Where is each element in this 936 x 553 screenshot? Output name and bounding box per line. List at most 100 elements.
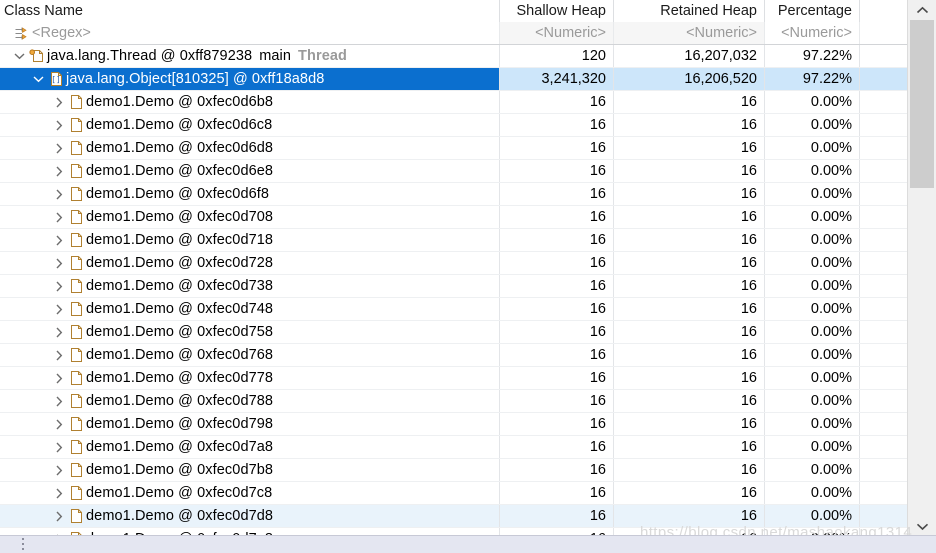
table-row[interactable]: demo1.Demo @ 0xfec0d788 16 16 0.00% xyxy=(0,390,908,413)
filter-percentage[interactable]: <Numeric> xyxy=(765,22,860,44)
chevron-right-icon[interactable] xyxy=(51,189,66,200)
cell-shallow-heap: 16 xyxy=(500,298,614,320)
table-row[interactable]: java.lang.Thread @ 0xff879238 main Thread 1… xyxy=(0,45,908,68)
cell-class-name[interactable]: demo1.Demo @ 0xfec0d6d8 xyxy=(0,137,500,159)
chevron-right-icon[interactable] xyxy=(51,419,66,430)
class-object-icon xyxy=(66,393,86,409)
row-label: java.lang.Thread @ 0xff879238 xyxy=(47,47,253,64)
cell-class-name[interactable]: demo1.Demo @ 0xfec0d768 xyxy=(0,344,500,366)
object-tree-table[interactable]: Class Name Shallow Heap Retained Heap Pe… xyxy=(0,0,908,536)
filter-class-name-cell[interactable]: <Regex> xyxy=(0,22,500,44)
cell-retained-heap: 16 xyxy=(614,505,765,527)
cell-class-name[interactable]: demo1.Demo @ 0xfec0d798 xyxy=(0,413,500,435)
scrollbar-thumb[interactable] xyxy=(910,20,934,188)
chevron-right-icon[interactable] xyxy=(51,235,66,246)
table-row[interactable]: demo1.Demo @ 0xfec0d6e8 16 16 0.00% xyxy=(0,160,908,183)
cell-class-name[interactable]: demo1.Demo @ 0xfec0d718 xyxy=(0,229,500,251)
cell-retained-heap: 16 xyxy=(614,275,765,297)
table-row[interactable]: demo1.Demo @ 0xfec0d7d8 16 16 0.00% xyxy=(0,505,908,528)
chevron-right-icon[interactable] xyxy=(51,442,66,453)
cell-class-name[interactable]: java.lang.Thread @ 0xff879238 main Thread xyxy=(0,45,500,67)
cell-class-name[interactable]: demo1.Demo @ 0xfec0d6b8 xyxy=(0,91,500,113)
table-row[interactable]: demo1.Demo @ 0xfec0d7b8 16 16 0.00% xyxy=(0,459,908,482)
table-row[interactable]: demo1.Demo @ 0xfec0d798 16 16 0.00% xyxy=(0,413,908,436)
table-row[interactable]: demo1.Demo @ 0xfec0d718 16 16 0.00% xyxy=(0,229,908,252)
table-row[interactable]: demo1.Demo @ 0xfec0d6b8 16 16 0.00% xyxy=(0,91,908,114)
chevron-right-icon[interactable] xyxy=(51,511,66,522)
column-header-empty[interactable] xyxy=(860,0,908,22)
chevron-right-icon[interactable] xyxy=(51,350,66,361)
cell-percentage: 0.00% xyxy=(765,160,860,182)
column-header-class-name[interactable]: Class Name xyxy=(0,0,500,22)
cell-class-name[interactable]: demo1.Demo @ 0xfec0d778 xyxy=(0,367,500,389)
table-row[interactable]: demo1.Demo @ 0xfec0d708 16 16 0.00% xyxy=(0,206,908,229)
cell-class-name[interactable]: demo1.Demo @ 0xfec0d7a8 xyxy=(0,436,500,458)
cell-shallow-heap: 16 xyxy=(500,505,614,527)
table-row[interactable]: demo1.Demo @ 0xfec0d748 16 16 0.00% xyxy=(0,298,908,321)
chevron-right-icon[interactable] xyxy=(51,327,66,338)
table-row[interactable]: demo1.Demo @ 0xfec0d768 16 16 0.00% xyxy=(0,344,908,367)
cell-class-name[interactable]: demo1.Demo @ 0xfec0d6c8 xyxy=(0,114,500,136)
cell-empty xyxy=(860,413,908,435)
chevron-right-icon[interactable] xyxy=(51,373,66,384)
cell-class-name[interactable]: demo1.Demo @ 0xfec0d788 xyxy=(0,390,500,412)
chevron-right-icon[interactable] xyxy=(51,281,66,292)
scroll-up-button[interactable] xyxy=(908,0,936,20)
table-row[interactable]: demo1.Demo @ 0xfec0d6f8 16 16 0.00% xyxy=(0,183,908,206)
table-row[interactable]: demo1.Demo @ 0xfec0d738 16 16 0.00% xyxy=(0,275,908,298)
vertical-scrollbar[interactable] xyxy=(907,0,936,536)
cell-class-name[interactable]: demo1.Demo @ 0xfec0d728 xyxy=(0,252,500,274)
filter-row[interactable]: <Regex> <Numeric> <Numeric> <Numeric> xyxy=(0,22,908,45)
table-row[interactable]: demo1.Demo @ 0xfec0d6c8 16 16 0.00% xyxy=(0,114,908,137)
cell-percentage: 0.00% xyxy=(765,505,860,527)
column-header-retained-heap[interactable]: Retained Heap xyxy=(614,0,765,22)
cell-class-name[interactable]: demo1.Demo @ 0xfec0d748 xyxy=(0,298,500,320)
cell-class-name[interactable]: demo1.Demo @ 0xfec0d7b8 xyxy=(0,459,500,481)
cell-class-name[interactable]: demo1.Demo @ 0xfec0d7c8 xyxy=(0,482,500,504)
filter-retained-heap[interactable]: <Numeric> xyxy=(614,22,765,44)
chevron-down-icon[interactable] xyxy=(12,52,27,60)
chevron-right-icon[interactable] xyxy=(51,97,66,108)
cell-shallow-heap: 16 xyxy=(500,183,614,205)
row-label: demo1.Demo @ 0xfec0d768 xyxy=(86,346,274,363)
table-row[interactable]: demo1.Demo @ 0xfec0d6d8 16 16 0.00% xyxy=(0,137,908,160)
cell-class-name[interactable]: demo1.Demo @ 0xfec0d7d8 xyxy=(0,505,500,527)
cell-class-name[interactable]: [] java.lang.Object[810325] @ 0xff18a8d8 xyxy=(0,68,500,90)
table-row[interactable]: demo1.Demo @ 0xfec0d7a8 16 16 0.00% xyxy=(0,436,908,459)
column-header-shallow-heap[interactable]: Shallow Heap xyxy=(500,0,614,22)
chevron-right-icon[interactable] xyxy=(51,143,66,154)
class-object-icon xyxy=(66,416,86,432)
cell-class-name[interactable]: demo1.Demo @ 0xfec0d758 xyxy=(0,321,500,343)
cell-shallow-heap: 16 xyxy=(500,275,614,297)
class-object-icon xyxy=(66,485,86,501)
cell-percentage: 0.00% xyxy=(765,413,860,435)
column-header-percentage[interactable]: Percentage xyxy=(765,0,860,22)
chevron-right-icon[interactable] xyxy=(51,304,66,315)
cell-empty xyxy=(860,436,908,458)
cell-empty xyxy=(860,137,908,159)
cell-class-name[interactable]: demo1.Demo @ 0xfec0d6e8 xyxy=(0,160,500,182)
chevron-right-icon[interactable] xyxy=(51,212,66,223)
table-row[interactable]: demo1.Demo @ 0xfec0d758 16 16 0.00% xyxy=(0,321,908,344)
row-label: demo1.Demo @ 0xfec0d728 xyxy=(86,254,274,271)
cell-class-name[interactable]: demo1.Demo @ 0xfec0d738 xyxy=(0,275,500,297)
chevron-right-icon[interactable] xyxy=(51,166,66,177)
chevron-right-icon[interactable] xyxy=(51,465,66,476)
table-row[interactable]: demo1.Demo @ 0xfec0d7c8 16 16 0.00% xyxy=(0,482,908,505)
table-row[interactable]: demo1.Demo @ 0xfec0d778 16 16 0.00% xyxy=(0,367,908,390)
chevron-right-icon[interactable] xyxy=(51,120,66,131)
row-label: demo1.Demo @ 0xfec0d6c8 xyxy=(86,116,273,133)
cell-class-name[interactable]: demo1.Demo @ 0xfec0d708 xyxy=(0,206,500,228)
table-body[interactable]: java.lang.Thread @ 0xff879238 main Thread 1… xyxy=(0,45,908,536)
scroll-down-button[interactable] xyxy=(908,516,936,536)
table-row[interactable]: [] java.lang.Object[810325] @ 0xff18a8d8 3… xyxy=(0,68,908,91)
cell-empty xyxy=(860,206,908,228)
chevron-right-icon[interactable] xyxy=(51,258,66,269)
chevron-right-icon[interactable] xyxy=(51,396,66,407)
chevron-right-icon[interactable] xyxy=(51,488,66,499)
chevron-down-icon[interactable] xyxy=(31,75,46,83)
table-row[interactable]: demo1.Demo @ 0xfec0d728 16 16 0.00% xyxy=(0,252,908,275)
filter-shallow-heap[interactable]: <Numeric> xyxy=(500,22,614,44)
cell-class-name[interactable]: demo1.Demo @ 0xfec0d6f8 xyxy=(0,183,500,205)
filter-regex-placeholder[interactable]: <Regex> xyxy=(32,22,91,44)
